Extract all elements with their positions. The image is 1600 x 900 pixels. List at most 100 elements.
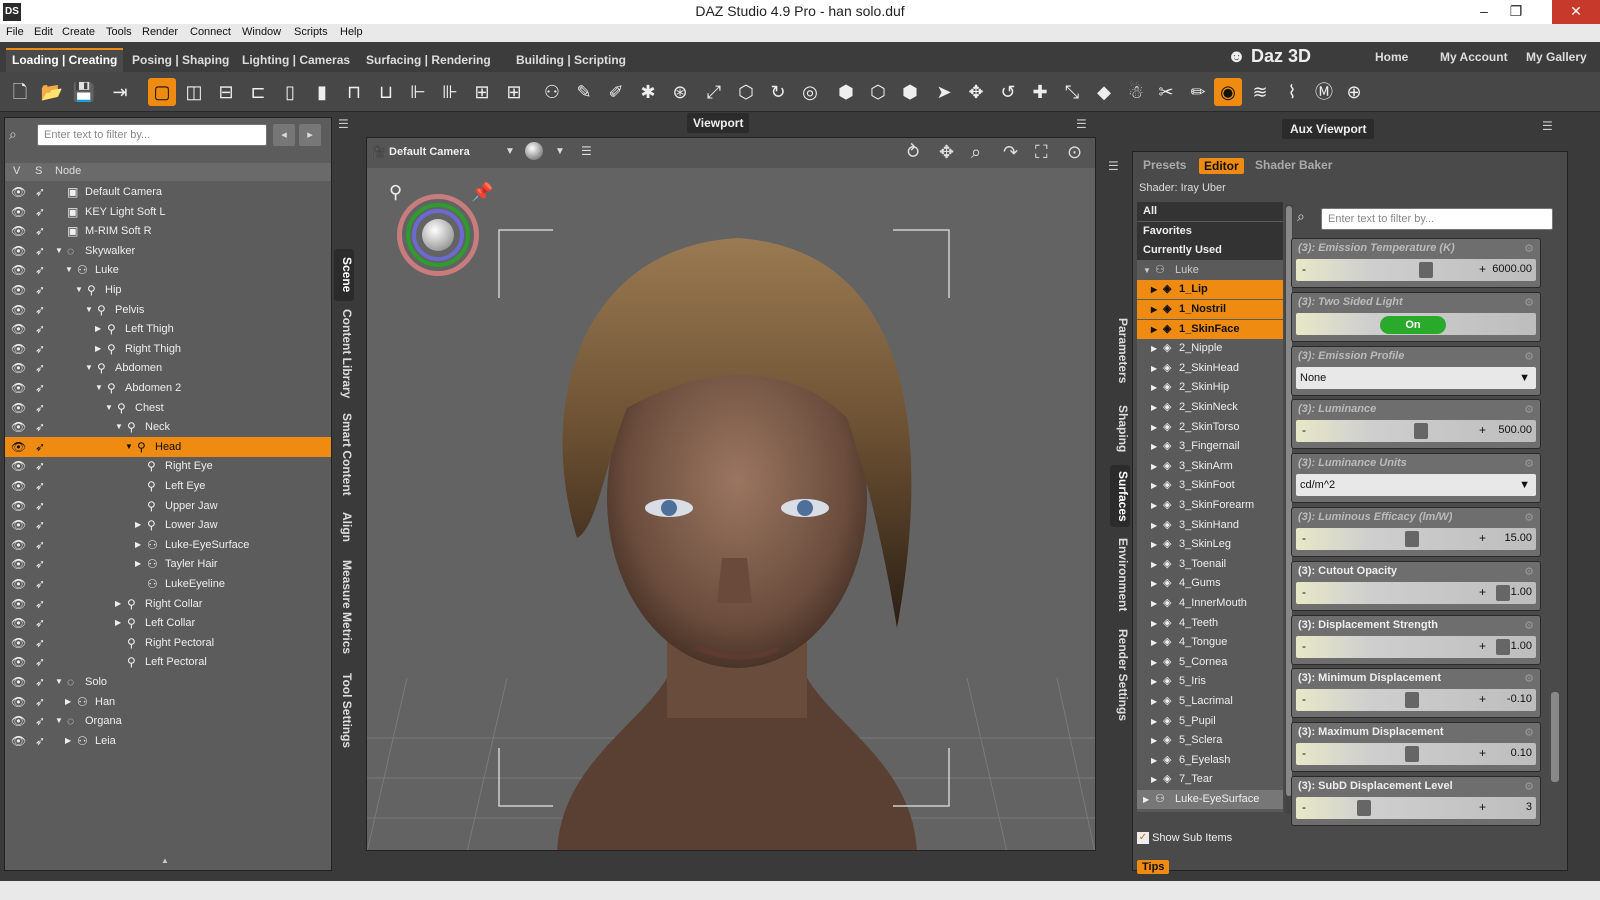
- minus-icon[interactable]: -: [1302, 262, 1306, 276]
- plus-icon[interactable]: +: [1479, 423, 1486, 437]
- visibility-eye-icon[interactable]: 👁: [11, 633, 26, 653]
- list-item[interactable]: ▶ ◈ 5_Cornea: [1137, 653, 1283, 672]
- expand-closed-icon[interactable]: ▶: [135, 515, 141, 535]
- selectable-cursor-icon[interactable]: ➶: [35, 594, 45, 614]
- gear-icon[interactable]: ⚙: [1524, 242, 1534, 255]
- list-item[interactable]: ▶ ◈ 6_Eyelash: [1137, 751, 1283, 770]
- selectable-cursor-icon[interactable]: ➶: [35, 417, 45, 437]
- minus-icon[interactable]: -: [1302, 800, 1306, 814]
- tab-surfaces[interactable]: Surfaces: [1110, 465, 1130, 527]
- daz-logo[interactable]: ☻ Daz 3D: [1227, 46, 1311, 67]
- tab-building-scripting[interactable]: Building | Scripting: [510, 48, 632, 72]
- visibility-eye-icon[interactable]: 👁: [11, 476, 26, 496]
- property-filter-input[interactable]: Enter text to filter by...: [1321, 208, 1553, 230]
- tab-smart-content[interactable]: Smart Content: [334, 411, 354, 497]
- list-item[interactable]: ▶ ◈ 7_Tear: [1137, 770, 1283, 789]
- col-node[interactable]: Node: [55, 165, 81, 177]
- list-item[interactable]: ▶ ◈ 2_SkinNeck: [1137, 398, 1283, 417]
- table-row[interactable]: 👁 ➶ ▶ ⚇ Han: [5, 692, 331, 712]
- expand-closed-icon[interactable]: ▶: [1151, 398, 1157, 417]
- selectable-cursor-icon[interactable]: ➶: [35, 437, 45, 457]
- node-cube-icon[interactable]: ⬢: [832, 78, 860, 106]
- tab-surfacing-rendering[interactable]: Surfacing | Rendering: [360, 48, 497, 72]
- visibility-eye-icon[interactable]: 👁: [11, 613, 26, 633]
- expand-closed-icon[interactable]: ▶: [1151, 378, 1157, 397]
- selectable-cursor-icon[interactable]: ➶: [35, 574, 45, 594]
- expand-open-icon[interactable]: ▼: [115, 417, 123, 437]
- property-slider[interactable]: - +6000.00: [1296, 259, 1536, 281]
- table-row[interactable]: 👁 ➶ ▶ ⚲ Left Thigh: [5, 319, 331, 339]
- pin-right-icon[interactable]: 📌: [471, 182, 493, 203]
- list-item[interactable]: ▶ ◈ 2_SkinHip: [1137, 378, 1283, 397]
- table-row[interactable]: 👁 ➶ ▼ ⚲ Pelvis: [5, 300, 331, 320]
- list-item[interactable]: ▶ ◈ 4_InnerMouth: [1137, 594, 1283, 613]
- tab-shaping[interactable]: Shaping: [1110, 401, 1130, 457]
- table-row[interactable]: 👁 ➶ ⚲ Right Eye: [5, 456, 331, 476]
- selectable-cursor-icon[interactable]: ➶: [35, 633, 45, 653]
- gear-icon[interactable]: ⚙: [1524, 780, 1534, 793]
- category-0[interactable]: All: [1137, 202, 1283, 221]
- slider-thumb[interactable]: [1404, 746, 1419, 763]
- scroll-up-icon[interactable]: ▲: [161, 856, 169, 865]
- list-item[interactable]: ▶ ◈ 1_Lip: [1137, 280, 1283, 300]
- property-slider[interactable]: - +15.00: [1296, 528, 1536, 550]
- col-selectable[interactable]: S: [35, 165, 42, 177]
- list-item[interactable]: ▶ ◈ 5_Iris: [1137, 672, 1283, 691]
- show-sub-items-checkbox[interactable]: ✓ Show Sub Items: [1137, 832, 1283, 848]
- aim-icon[interactable]: ⊙: [1067, 142, 1082, 163]
- table-row[interactable]: 👁 ➶ ▶ ⚲ Left Collar: [5, 613, 331, 633]
- pane-menu-icon[interactable]: ☰: [338, 117, 349, 131]
- plus-icon[interactable]: +: [1479, 639, 1486, 653]
- visibility-eye-icon[interactable]: 👁: [11, 456, 26, 476]
- universal-tool-icon[interactable]: ✥: [962, 78, 990, 106]
- expand-closed-icon[interactable]: ▶: [1151, 751, 1157, 770]
- table-row[interactable]: 👁 ➶ ▼ ◌ Solo: [5, 672, 331, 692]
- property-slider[interactable]: - +500.00: [1296, 420, 1536, 443]
- expand-closed-icon[interactable]: ▶: [1151, 770, 1157, 789]
- list-item[interactable]: ▶ ◈ 4_Teeth: [1137, 614, 1283, 633]
- property-value[interactable]: 1.00: [1511, 640, 1532, 652]
- home-link[interactable]: Home: [1375, 50, 1408, 64]
- gear-icon[interactable]: ⚙: [1524, 403, 1534, 416]
- surface-selection-icon[interactable]: ◆: [1090, 78, 1118, 106]
- property-value[interactable]: 3: [1526, 801, 1532, 813]
- selectable-cursor-icon[interactable]: ➶: [35, 731, 45, 751]
- property-value[interactable]: 15.00: [1504, 532, 1532, 544]
- visibility-eye-icon[interactable]: 👁: [11, 731, 26, 751]
- camera-dropdown-icon[interactable]: ▼: [505, 146, 515, 157]
- layout-three-right-icon[interactable]: ⊪: [436, 78, 464, 106]
- visibility-eye-icon[interactable]: 👁: [11, 300, 26, 320]
- plus-icon[interactable]: +: [1479, 800, 1486, 814]
- compass-tool-icon[interactable]: ⊕: [1340, 78, 1368, 106]
- visibility-eye-icon[interactable]: 👁: [11, 182, 26, 202]
- selectable-cursor-icon[interactable]: ➶: [35, 280, 45, 300]
- table-row[interactable]: 👁 ➶ ▼ ◌ Organa: [5, 711, 331, 731]
- property-value[interactable]: 1.00: [1511, 586, 1532, 598]
- expand-closed-icon[interactable]: ▶: [1151, 555, 1157, 574]
- list-item[interactable]: ▶ ◈ 3_Toenail: [1137, 555, 1283, 574]
- 3d-viewport[interactable]: 🎥 Default Camera ▼ ▼ ☰ ⥁ ✥ ⌕ ↷ ⛶ ⊙ ⚲ 📌: [366, 137, 1096, 851]
- pan-icon[interactable]: ✥: [939, 142, 954, 163]
- import-icon[interactable]: ⇥: [106, 78, 134, 106]
- tab-lighting-cameras[interactable]: Lighting | Cameras: [236, 48, 356, 72]
- render-camera-icon[interactable]: ◉: [1214, 78, 1242, 106]
- col-visible[interactable]: V: [13, 165, 20, 177]
- camera-selector[interactable]: Default Camera: [389, 146, 470, 158]
- plus-icon[interactable]: +: [1479, 746, 1486, 760]
- slider-thumb[interactable]: [1404, 531, 1419, 547]
- table-row[interactable]: 👁 ➶ ▼ ⚲ Neck: [5, 417, 331, 437]
- aux-menu-icon[interactable]: ☰: [1542, 119, 1553, 133]
- expand-open-icon[interactable]: ▼: [75, 280, 83, 300]
- visibility-eye-icon[interactable]: 👁: [11, 711, 26, 731]
- figure-pose-icon[interactable]: ☃: [1122, 78, 1150, 106]
- gear-icon[interactable]: ⚙: [1524, 726, 1534, 739]
- property-scrollbar[interactable]: [1551, 692, 1559, 782]
- visibility-eye-icon[interactable]: 👁: [11, 535, 26, 555]
- selectable-cursor-icon[interactable]: ➶: [35, 260, 45, 280]
- layout-left-icon[interactable]: ▯: [276, 78, 304, 106]
- visibility-eye-icon[interactable]: 👁: [11, 241, 26, 261]
- expand-closed-icon[interactable]: ▶: [1151, 574, 1157, 593]
- magnet-icon[interactable]: ✂: [1152, 78, 1180, 106]
- property-dropdown[interactable]: None ▼: [1296, 366, 1536, 389]
- table-row[interactable]: 👁 ➶ ⚲ Left Eye: [5, 476, 331, 496]
